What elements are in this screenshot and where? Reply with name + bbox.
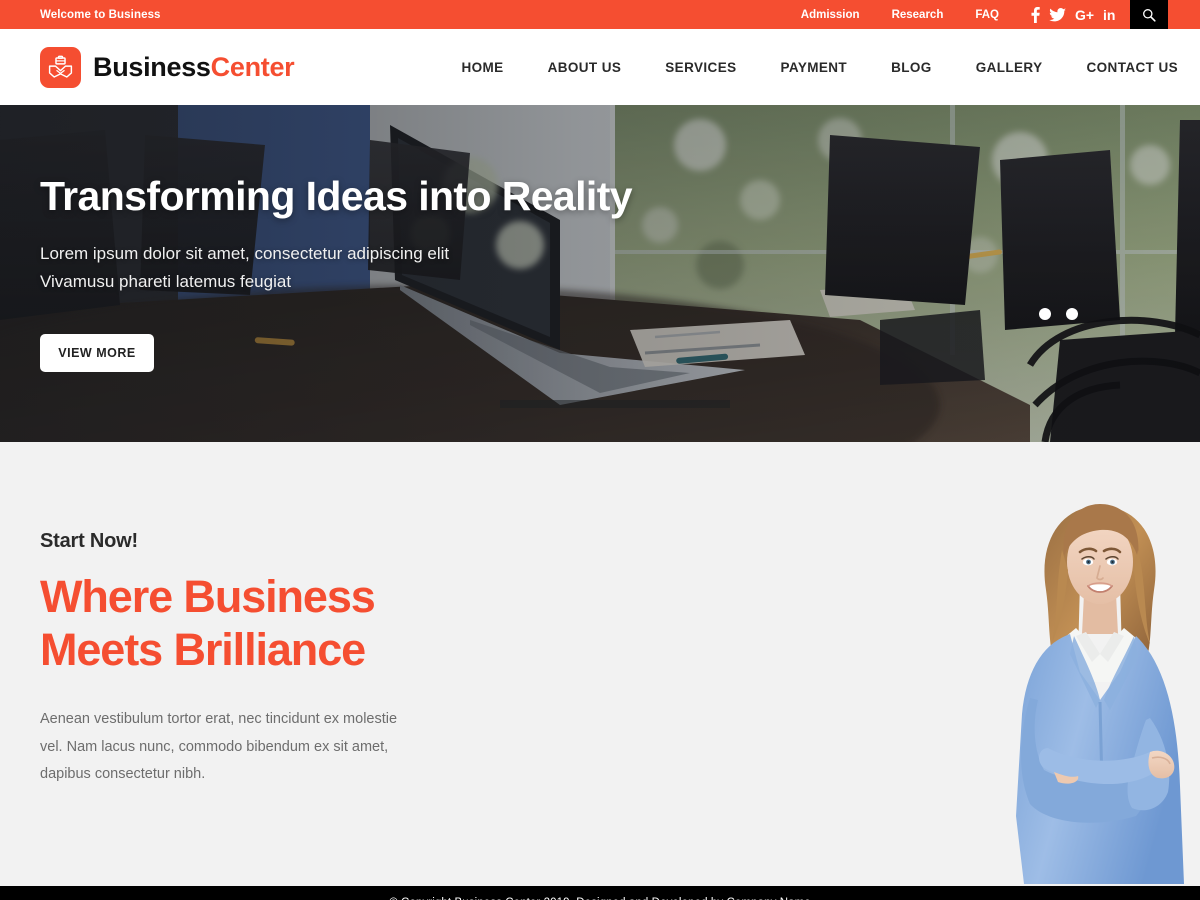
svg-text:G+: G+ xyxy=(1075,8,1094,22)
nav-item-services[interactable]: SERVICES xyxy=(665,54,736,81)
slider-dot-1[interactable] xyxy=(1039,307,1051,320)
topbar-link-faq[interactable]: FAQ xyxy=(975,9,999,21)
search-button[interactable] xyxy=(1130,0,1168,29)
nav-item-contact-us[interactable]: CONTACT US xyxy=(1087,54,1179,81)
intro-heading-line-2: Meets Brilliance xyxy=(40,623,366,675)
hero-subtitle-line-1: Lorem ipsum dolor sit amet, consectetur … xyxy=(40,243,450,263)
facebook-icon[interactable] xyxy=(1031,6,1040,23)
brand-name-first: Business xyxy=(93,51,211,82)
topbar-link-admission[interactable]: Admission xyxy=(801,9,860,21)
intro-heading-line-1: Where Business xyxy=(40,571,376,622)
site-footer: © Copyright Business Center 2019. Design… xyxy=(0,886,1200,900)
nav-item-gallery[interactable]: GALLERY xyxy=(976,54,1043,81)
slider-dot-2[interactable] xyxy=(1066,307,1078,320)
main-navigation: HOME ABOUT US SERVICES PAYMENT BLOG GALL… xyxy=(461,54,1178,81)
linkedin-icon[interactable]: in xyxy=(1103,8,1118,22)
view-more-button[interactable]: VIEW MORE xyxy=(40,334,154,373)
intro-paragraph: Aenean vestibulum tortor erat, nec tinci… xyxy=(40,711,398,782)
intro-heading: Where Business Meets Brilliance xyxy=(40,571,420,676)
twitter-icon[interactable] xyxy=(1049,7,1066,22)
hero-subtitle-line-2: Vivamusu phareti latemus feugiat xyxy=(40,271,292,291)
logo-link[interactable]: BusinessCenter xyxy=(40,46,295,88)
hero-slider: Transforming Ideas into Reality Lorem ip… xyxy=(0,105,1200,442)
social-links: G+ in xyxy=(1031,6,1118,23)
intro-eyebrow: Start Now! xyxy=(40,530,139,552)
welcome-message: Welcome to Business xyxy=(40,8,161,21)
slider-pagination xyxy=(1039,105,1078,442)
top-bar-right-group: Admission Research FAQ G+ in xyxy=(801,0,1200,29)
top-utility-bar: Welcome to Business Admission Research F… xyxy=(0,0,1200,29)
hero-content: Transforming Ideas into Reality Lorem ip… xyxy=(40,105,633,442)
intro-section: Start Now! Where Business Meets Brillian… xyxy=(0,442,1200,886)
intro-text-block: Start Now! Where Business Meets Brillian… xyxy=(40,530,420,788)
search-icon xyxy=(1143,8,1156,22)
businesswoman-photo xyxy=(1000,486,1200,886)
nav-item-payment[interactable]: PAYMENT xyxy=(781,54,848,81)
handshake-briefcase-icon xyxy=(40,46,81,88)
svg-text:in: in xyxy=(1103,8,1115,22)
brand-name: BusinessCenter xyxy=(93,51,295,83)
nav-item-about-us[interactable]: ABOUT US xyxy=(548,54,622,81)
hero-title: Transforming Ideas into Reality xyxy=(40,172,633,219)
nav-item-blog[interactable]: BLOG xyxy=(891,54,932,81)
google-plus-icon[interactable]: G+ xyxy=(1075,8,1094,22)
site-header: BusinessCenter HOME ABOUT US SERVICES PA… xyxy=(0,29,1200,105)
brand-name-second: Center xyxy=(210,51,295,82)
nav-item-home[interactable]: HOME xyxy=(461,54,503,81)
topbar-link-research[interactable]: Research xyxy=(892,9,944,21)
businesswoman-illustration xyxy=(1016,504,1184,884)
